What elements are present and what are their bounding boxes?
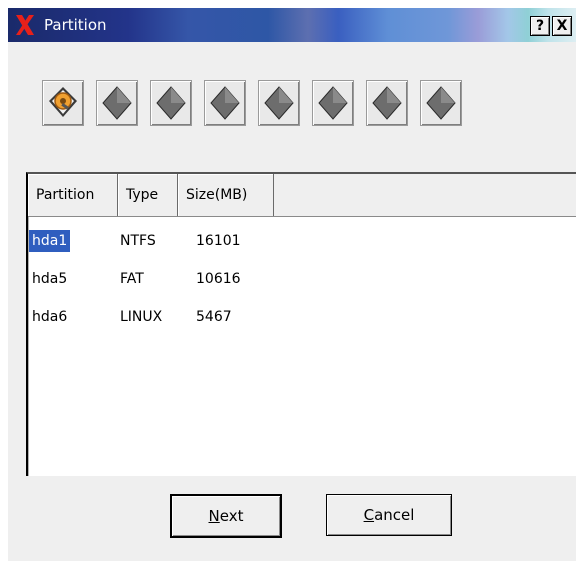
partition-cell: hda5	[32, 271, 68, 287]
partition-cell: hda6	[32, 309, 68, 325]
next-label: ext	[219, 507, 244, 525]
disk-icon	[372, 86, 402, 120]
disk-button-7[interactable]	[420, 80, 462, 126]
cancel-label: ancel	[374, 506, 415, 524]
partition-window: Partition ? X Partition Type Size(MB) hd…	[8, 8, 576, 561]
help-button[interactable]: ?	[530, 16, 550, 36]
table-row[interactable]: hda5 FAT 10616	[30, 268, 570, 290]
table-row[interactable]: hda1 NTFS 16101	[29, 230, 570, 252]
table-row[interactable]: hda6 LINUX 5467	[30, 306, 570, 328]
disk-icon	[264, 86, 294, 120]
cancel-mnemonic: C	[363, 506, 375, 524]
disk-button-5[interactable]	[312, 80, 354, 126]
type-cell: FAT	[120, 271, 144, 287]
partition-cell: hda1	[29, 230, 71, 252]
disk-icon	[156, 86, 186, 120]
disk-icon	[426, 86, 456, 120]
title-bar[interactable]: Partition ? X	[8, 8, 576, 42]
disk-button-3[interactable]	[204, 80, 246, 126]
disk-button-4[interactable]	[258, 80, 300, 126]
type-cell: LINUX	[120, 309, 163, 325]
cancel-button[interactable]: Cancel	[326, 494, 452, 536]
column-header-size[interactable]: Size(MB)	[178, 174, 274, 216]
table-header: Partition Type Size(MB)	[28, 174, 576, 217]
x-logo-icon	[16, 15, 34, 35]
type-cell: NTFS	[120, 233, 156, 249]
disk-icon	[210, 86, 240, 120]
size-cell: 5467	[196, 309, 232, 325]
close-button[interactable]: X	[552, 16, 572, 36]
harddisk-button[interactable]	[42, 80, 84, 126]
size-cell: 16101	[196, 233, 241, 249]
next-mnemonic: N	[208, 507, 220, 525]
disk-button-2[interactable]	[150, 80, 192, 126]
column-header-partition[interactable]: Partition	[28, 174, 118, 216]
disk-icon	[318, 86, 348, 120]
window-title: Partition	[44, 16, 107, 34]
column-header-type[interactable]: Type	[118, 174, 178, 216]
disk-button-1[interactable]	[96, 80, 138, 126]
harddisk-icon	[49, 87, 77, 117]
disk-button-6[interactable]	[366, 80, 408, 126]
size-cell: 10616	[196, 271, 241, 287]
disk-icon	[102, 86, 132, 120]
next-button[interactable]: Next	[170, 494, 282, 538]
partition-list[interactable]: Partition Type Size(MB) hda1 NTFS 16101 …	[26, 172, 576, 476]
